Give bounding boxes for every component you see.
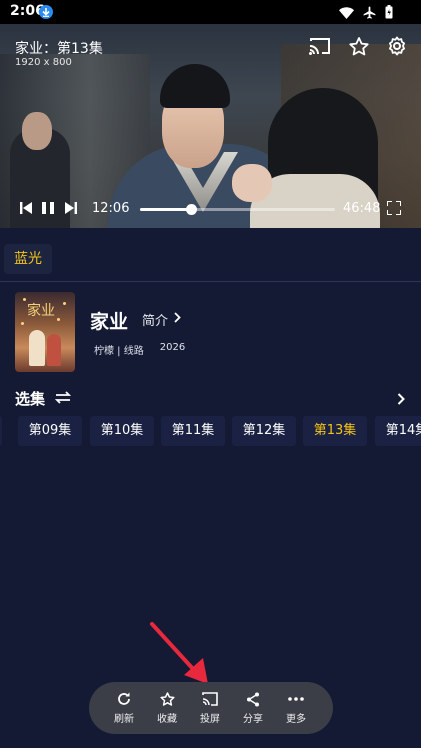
more-button[interactable]: 更多 (275, 690, 317, 725)
episode-item[interactable]: 第12集 (232, 416, 296, 446)
share-label: 分享 (243, 714, 263, 725)
quality-row: 蓝光 (0, 228, 421, 280)
episode-item[interactable]: 第10集 (90, 416, 154, 446)
video-figure-hat (160, 64, 230, 108)
video-figure-bystander-face (22, 112, 52, 150)
episode-item[interactable] (0, 416, 2, 446)
video-resolution: 1920 x 800 (15, 57, 72, 68)
more-label: 更多 (286, 714, 306, 725)
duration-time: 46:48 (343, 201, 381, 216)
cast-icon (189, 690, 231, 708)
action-bar: 刷新 收藏 投屏 分享 更多 (89, 682, 333, 734)
cast-button[interactable]: 投屏 (189, 690, 231, 725)
show-poster[interactable]: 家业 (15, 292, 75, 372)
next-icon[interactable] (64, 200, 77, 219)
swap-order-icon[interactable] (54, 390, 72, 408)
pause-icon[interactable] (42, 200, 54, 219)
quality-option-bluray[interactable]: 蓝光 (4, 244, 52, 274)
seek-bar-thumb[interactable] (185, 204, 197, 215)
chevron-right-icon (174, 312, 181, 327)
show-year: 2026 (159, 342, 186, 353)
divider (0, 281, 421, 282)
favorite-label: 收藏 (157, 714, 177, 725)
status-bar: 2:06 (0, 0, 421, 24)
episodes-title: 选集 (15, 390, 46, 408)
refresh-icon (103, 690, 145, 708)
cast-label: 投屏 (200, 714, 220, 725)
download-icon (39, 5, 53, 19)
intro-link[interactable]: 简介 (142, 310, 181, 329)
settings-gear-icon[interactable] (387, 36, 407, 60)
seek-bar-progress (140, 208, 191, 211)
share-button[interactable]: 分享 (232, 690, 274, 725)
intro-label: 简介 (142, 314, 169, 329)
cast-icon[interactable] (309, 37, 331, 59)
previous-icon[interactable] (20, 200, 33, 219)
current-time: 12:06 (92, 201, 130, 216)
show-meta: 柠檬 | 线路 2026 (94, 342, 185, 357)
annotation-arrow-icon (150, 622, 208, 684)
poster-figure (29, 330, 45, 366)
playback-controls: 12:06 46:48 (0, 196, 421, 222)
video-player[interactable]: 家业：第13集 1920 x 800 12:06 46:48 (0, 24, 421, 228)
episode-item[interactable]: 第14集 (375, 416, 421, 446)
favorite-button[interactable]: 收藏 (146, 690, 188, 725)
show-title: 家业 (90, 311, 129, 333)
wifi-icon (339, 4, 354, 23)
battery-icon (385, 4, 393, 23)
refresh-label: 刷新 (114, 714, 134, 725)
episode-item-active[interactable]: 第13集 (303, 416, 367, 446)
show-source: 柠檬 | 线路 (94, 346, 144, 357)
fullscreen-icon[interactable] (386, 200, 402, 219)
star-icon (146, 690, 188, 708)
episodes-section-title: 选集 (15, 388, 72, 409)
video-title: 家业：第13集 (15, 41, 103, 57)
episode-list: 第09集 第10集 第11集 第12集 第13集 第14集 (0, 414, 421, 448)
episode-item[interactable]: 第09集 (18, 416, 82, 446)
episode-item[interactable]: 第11集 (161, 416, 225, 446)
poster-figure (47, 334, 61, 366)
poster-title: 家业 (27, 303, 55, 319)
more-icon (275, 690, 317, 708)
episodes-more-chevron-icon[interactable] (397, 390, 405, 409)
share-icon (232, 690, 274, 708)
refresh-button[interactable]: 刷新 (103, 690, 145, 725)
airplane-icon (363, 4, 376, 23)
favorite-star-icon[interactable] (349, 36, 369, 60)
seek-bar[interactable] (140, 204, 335, 215)
